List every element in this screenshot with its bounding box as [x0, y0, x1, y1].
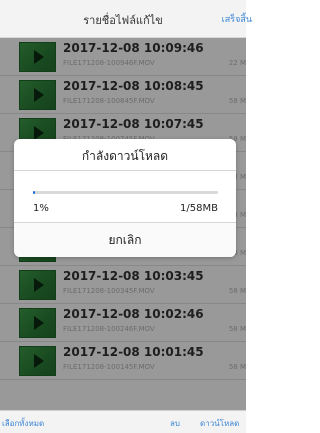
progress-bar [33, 191, 218, 194]
progress-percent: 1% [33, 203, 49, 214]
download-dialog: กำลังดาวน์โหลด 1% 1/58MB ยกเลิก [14, 139, 236, 257]
top-bar: รายชื่อไฟล์แก้ไข เสร็จสิ้น [0, 0, 252, 38]
bottom-toolbar: เลือกทั้งหมด ลบ ดาวน์โหลด [0, 410, 246, 433]
progress-fill [33, 191, 35, 194]
delete-button[interactable]: ลบ [170, 417, 180, 430]
cancel-button[interactable]: ยกเลิก [14, 223, 236, 257]
dialog-divider [14, 170, 236, 171]
progress-amount: 1/58MB [180, 203, 218, 214]
dialog-title: กำลังดาวน์โหลด [81, 149, 169, 163]
done-button[interactable]: เสร็จสิ้น [222, 12, 252, 26]
download-button[interactable]: ดาวน์โหลด [200, 417, 239, 430]
page-title: รายชื่อไฟล์แก้ไข [83, 14, 163, 27]
select-all-button[interactable]: เลือกทั้งหมด [2, 417, 44, 430]
